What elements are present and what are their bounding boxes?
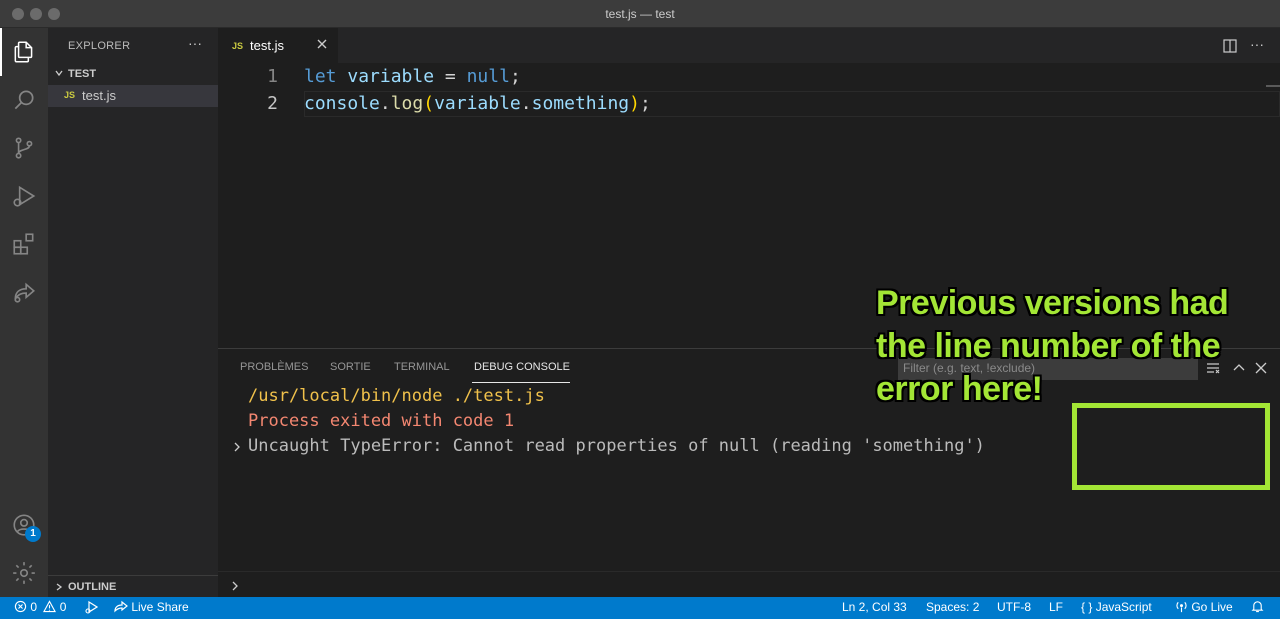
extensions-icon — [13, 233, 34, 255]
code-token: let — [304, 66, 337, 87]
console-exception-line[interactable]: Uncaught TypeError: Cannot read properti… — [248, 436, 985, 456]
activity-bar: 1 — [0, 28, 48, 597]
debug-status[interactable] — [84, 600, 99, 615]
code-token: console — [304, 93, 380, 114]
braces-icon: { } — [1081, 600, 1093, 614]
run-debug-icon — [85, 600, 99, 614]
outline-section[interactable]: OUTLINE — [48, 575, 218, 597]
console-output-line: /usr/local/bin/node ./test.js — [248, 386, 545, 406]
file-item-test-js[interactable]: JS test.js — [48, 85, 218, 107]
source-control-icon — [15, 137, 33, 159]
tab-test-js[interactable]: JS test.js — [218, 28, 338, 63]
code-token: variable — [347, 66, 435, 87]
annotation-highlight-box — [1072, 403, 1270, 490]
manage-activity[interactable] — [0, 549, 48, 597]
warning-count: 0 — [59, 600, 67, 614]
search-activity[interactable] — [0, 76, 48, 124]
code-token: . — [379, 93, 391, 114]
tab-terminal[interactable]: TERMINAL — [394, 361, 450, 373]
live-share-icon — [114, 600, 128, 613]
chevron-right-icon[interactable] — [232, 441, 242, 453]
status-bar: 0 0 Live Share Ln 2, Col 33 Spaces: 2 UT… — [0, 597, 1280, 619]
run-debug-icon — [13, 185, 36, 207]
code-token: ( — [423, 93, 435, 114]
js-file-icon: JS — [232, 41, 244, 51]
title-bar: test.js — test — [0, 0, 1280, 28]
warning-icon — [43, 600, 57, 613]
code-line[interactable]: let variable = null; — [304, 66, 521, 87]
active-indicator — [0, 28, 2, 76]
code-token: ) — [629, 93, 640, 114]
live-share-status[interactable]: Live Share — [114, 600, 189, 614]
error-count: 0 — [30, 600, 38, 614]
tab-output[interactable]: SORTIE — [330, 361, 371, 373]
explorer-sidebar: EXPLORER ··· TEST JS test.js OUTLINE — [48, 28, 218, 597]
live-share-icon — [14, 282, 35, 303]
chevron-right-icon — [232, 581, 238, 591]
line-number: 2 — [267, 93, 278, 114]
chevron-down-icon — [55, 70, 63, 77]
sidebar-more-icon[interactable]: ··· — [188, 35, 202, 51]
code-token: something — [531, 93, 630, 114]
live-share-activity[interactable] — [0, 268, 48, 316]
bell-icon — [1251, 601, 1264, 613]
folder-test[interactable]: TEST — [48, 65, 218, 85]
debug-repl-input[interactable] — [218, 571, 1280, 598]
editor-tab-bar: JS test.js ··· — [218, 28, 1280, 63]
encoding[interactable]: UTF-8 — [997, 600, 1031, 614]
code-token: ; — [640, 93, 651, 114]
explorer-activity[interactable] — [0, 28, 48, 76]
run-debug-activity[interactable] — [0, 172, 48, 220]
sidebar-title: EXPLORER — [68, 40, 131, 52]
go-live-status[interactable]: Go Live — [1175, 600, 1233, 614]
split-editor-icon[interactable] — [1222, 38, 1238, 54]
tab-label: test.js — [250, 38, 284, 53]
accounts-activity[interactable]: 1 — [0, 501, 48, 549]
tab-debug-console[interactable]: DEBUG CONSOLE — [474, 361, 570, 373]
code-token: ; — [509, 66, 521, 87]
line-number: 1 — [267, 66, 278, 87]
search-icon — [14, 90, 34, 110]
overview-ruler-mark — [1266, 85, 1280, 87]
outline-label: OUTLINE — [68, 581, 117, 593]
close-tab-icon[interactable] — [316, 38, 328, 50]
window-title: test.js — test — [605, 7, 675, 21]
source-control-activity[interactable] — [0, 124, 48, 172]
editor-more-icon[interactable]: ··· — [1250, 36, 1264, 52]
language-label: JavaScript — [1095, 600, 1152, 614]
code-token: = — [434, 66, 467, 87]
annotation-line: the line number of the — [876, 327, 1221, 365]
live-share-label: Live Share — [131, 600, 189, 614]
js-file-icon: JS — [64, 90, 76, 100]
code-line[interactable]: console.log(variable.something); — [304, 93, 651, 114]
active-tab-underline — [472, 382, 570, 383]
folder-label: TEST — [68, 68, 97, 80]
notifications-status[interactable] — [1251, 600, 1264, 614]
code-token: . — [520, 93, 532, 114]
account-badge: 1 — [25, 526, 41, 542]
console-error-line: Process exited with code 1 — [248, 411, 515, 431]
chevron-right-icon — [56, 583, 63, 591]
code-token: variable — [434, 93, 521, 114]
broadcast-icon — [1176, 601, 1187, 613]
indentation[interactable]: Spaces: 2 — [926, 600, 979, 614]
annotation-line: Previous versions had — [876, 284, 1229, 322]
vscode-window: test.js — test 1 EXPLORER ··· TEST JS te… — [0, 0, 1280, 619]
file-label: test.js — [82, 88, 116, 103]
problems-status[interactable]: 0 0 — [14, 600, 66, 614]
tab-problems[interactable]: PROBLÈMES — [240, 361, 308, 373]
code-token: log — [390, 93, 424, 114]
code-token: null — [466, 66, 510, 87]
language-mode[interactable]: { } JavaScript — [1081, 600, 1152, 614]
files-icon — [14, 41, 33, 63]
end-of-line[interactable]: LF — [1049, 600, 1063, 614]
annotation-text: Previous versions had the line number of… — [876, 282, 1276, 411]
go-live-label: Go Live — [1191, 600, 1233, 614]
extensions-activity[interactable] — [0, 220, 48, 268]
cursor-position[interactable]: Ln 2, Col 33 — [842, 600, 907, 614]
settings-gear-icon — [13, 562, 35, 584]
error-icon — [14, 600, 27, 613]
